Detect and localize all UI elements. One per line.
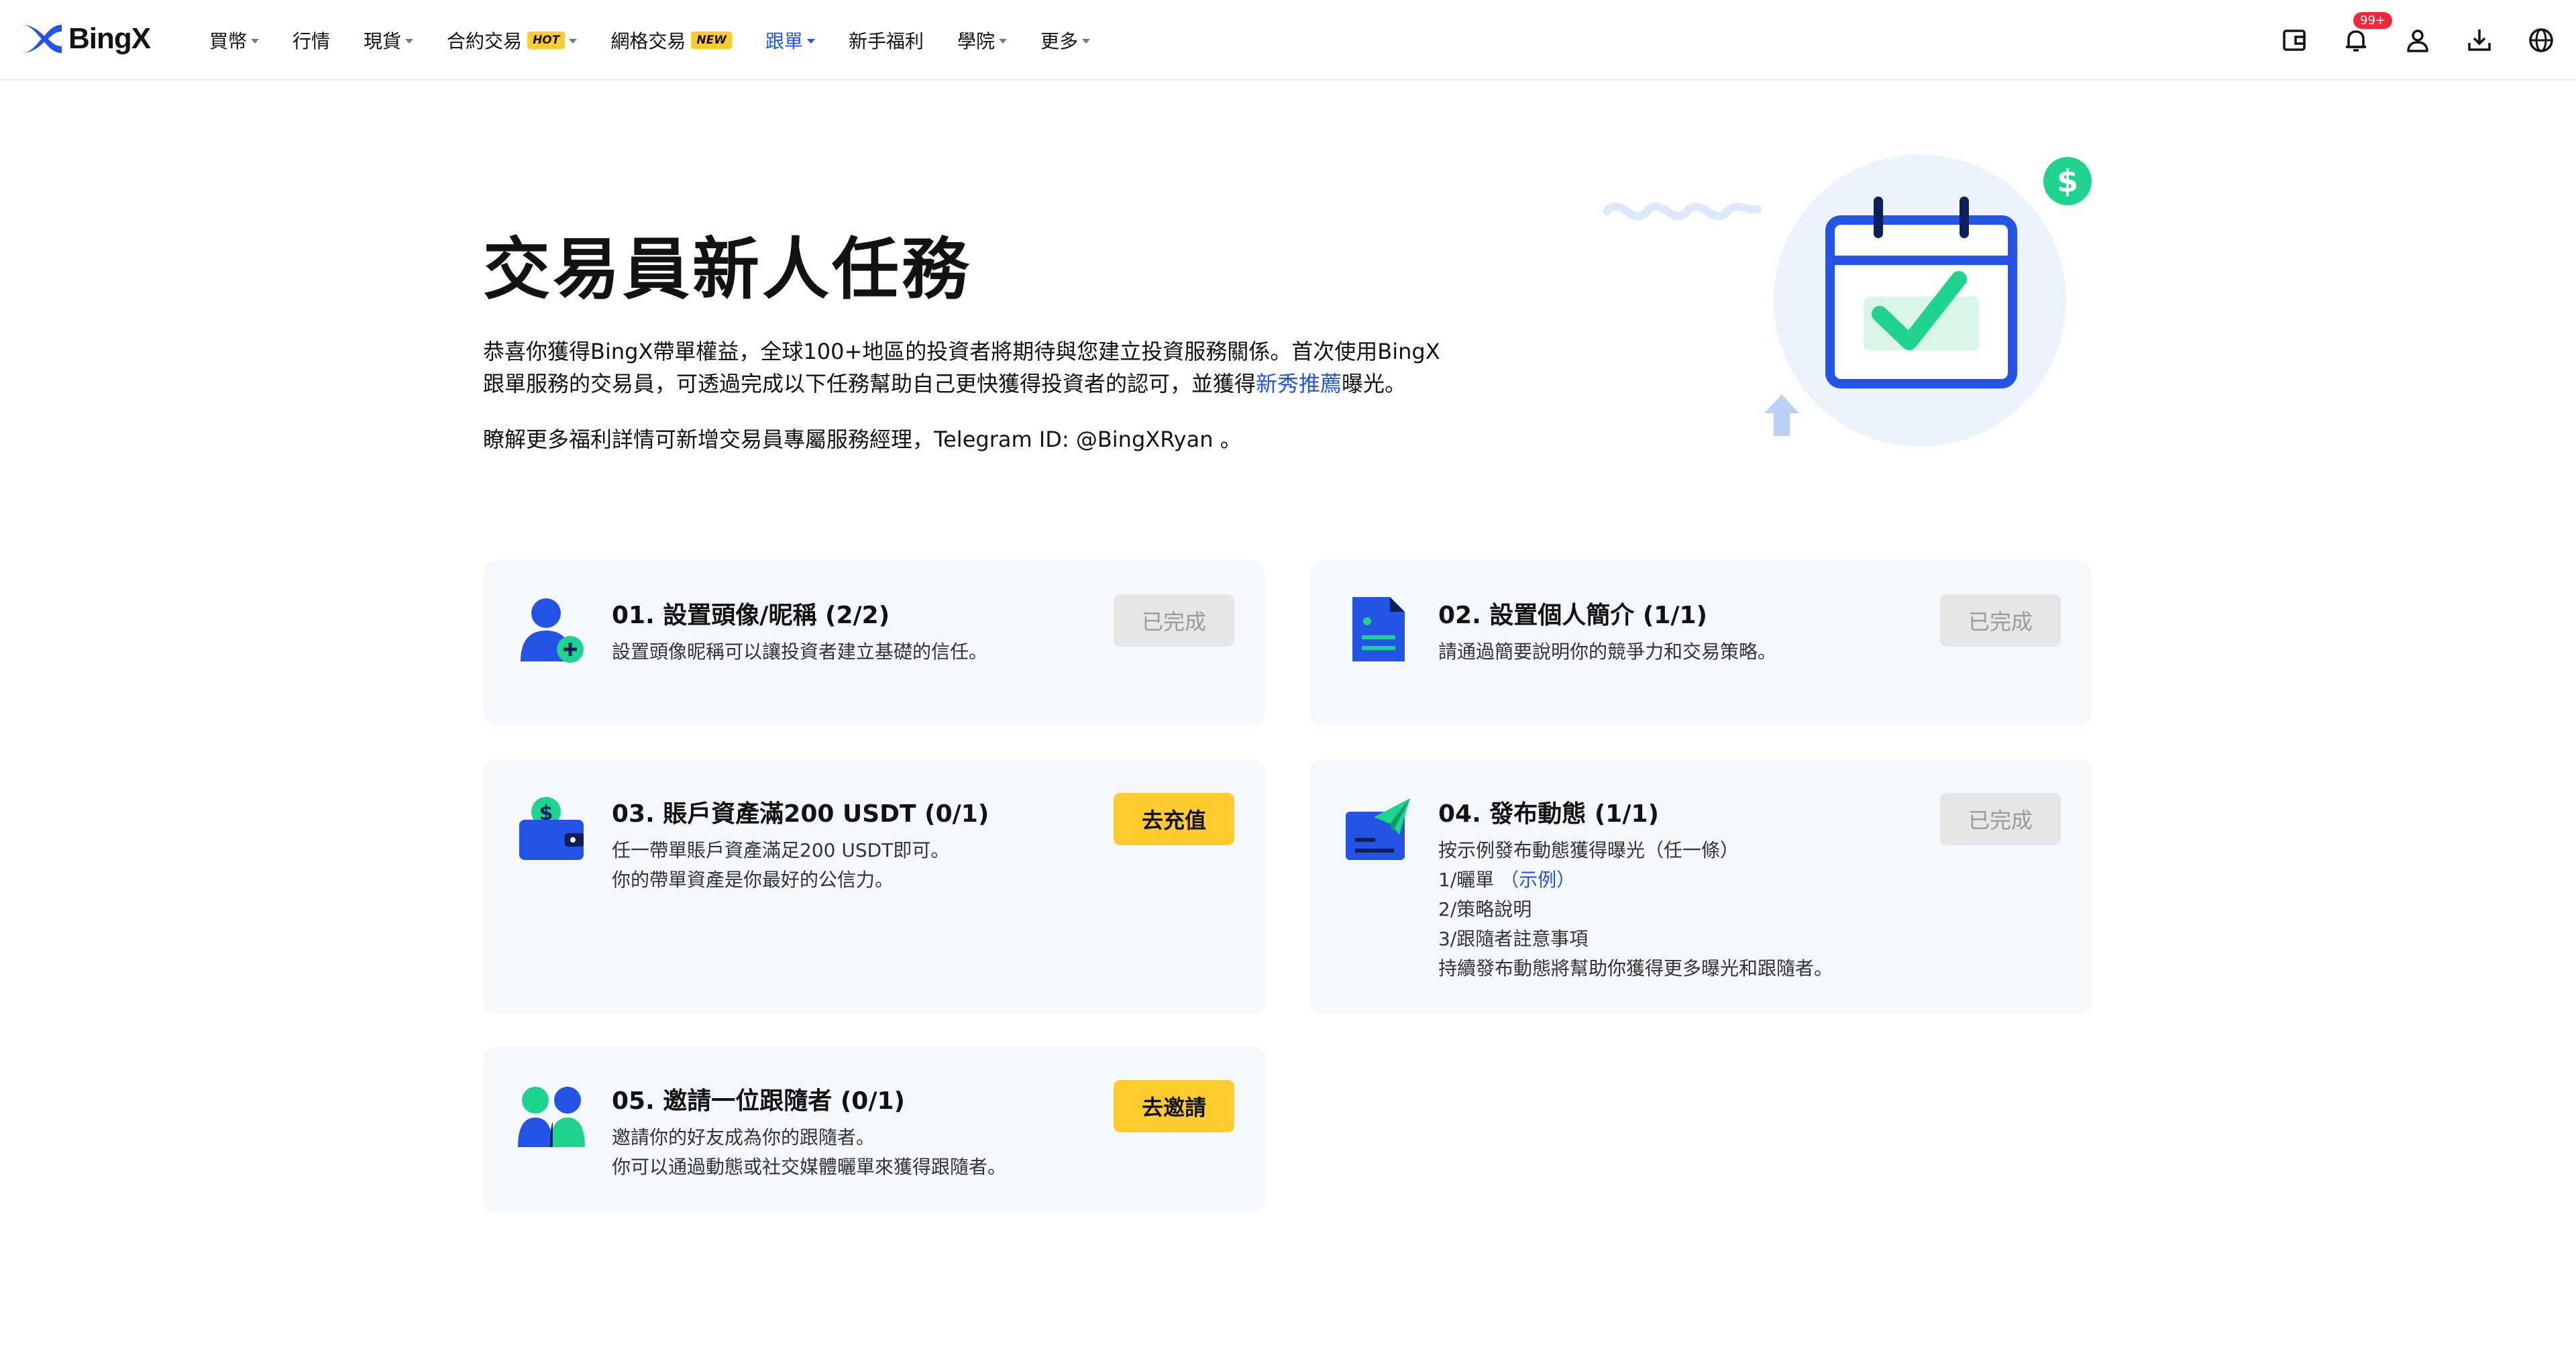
task-description: 請通過簡要說明你的競爭力和交易策略。: [1438, 637, 1776, 667]
chevron-down-icon: [806, 39, 815, 44]
task-description: 按示例發布動態獲得曝光（任一條） 1/曬單 （示例） 2/策略說明 3/跟隨者註…: [1438, 836, 1833, 983]
menu-item-copy-trading[interactable]: 跟單: [765, 27, 815, 54]
main-menu: 買幣 行情 現貨 合約交易 HOT 網格交易 NEW 跟單 新手福利 學院 更多: [209, 0, 1124, 80]
document-icon: [1352, 597, 1405, 661]
menu-item-grid-trading[interactable]: 網格交易 NEW: [610, 27, 732, 54]
task-card-invite: 05. 邀請一位跟隨者 (0/1) 邀請你的好友成為你的跟隨者。 你可以通過動態…: [483, 1046, 1265, 1211]
new-tag: NEW: [691, 32, 732, 49]
wallet-icon[interactable]: [2279, 25, 2309, 55]
task-title: 04. 發布動態 (1/1): [1438, 800, 1659, 828]
menu-item-label: 行情: [292, 30, 331, 52]
download-icon[interactable]: [2465, 25, 2494, 55]
task-title: 03. 賬戶資產滿200 USDT (0/1): [612, 800, 989, 828]
task-title: 01. 設置頭像/昵稱 (2/2): [612, 602, 890, 629]
bell-icon[interactable]: 99+: [2341, 12, 2392, 55]
task-card-post: 04. 發布動態 (1/1) 按示例發布動態獲得曝光（任一條） 1/曬單 （示例…: [1309, 759, 2092, 1014]
bingx-logo[interactable]: BingX: [20, 20, 151, 58]
task-line: 你的帶單資產是你最好的公信力。: [612, 869, 894, 891]
task-line: 請通過簡要說明你的競爭力和交易策略。: [1438, 641, 1777, 663]
wallet-dollar-icon: $: [519, 797, 584, 860]
task-line: 按示例發布動態獲得曝光（任一條）: [1438, 839, 1739, 861]
task-line-prefix: 1/曬單: [1438, 869, 1501, 891]
menu-item-label: 更多: [1040, 30, 1079, 52]
completed-button[interactable]: 已完成: [1940, 594, 2061, 647]
post-send-icon: [1346, 798, 1410, 860]
chevron-down-icon: [1082, 39, 1091, 44]
task-title: 02. 設置個人簡介 (1/1): [1438, 602, 1707, 629]
notification-badge: 99+: [2353, 12, 2392, 29]
completed-button[interactable]: 已完成: [1940, 793, 2061, 845]
logo-text: BingX: [68, 22, 151, 55]
task-line: 持續發布動態將幫助你獲得更多曝光和跟隨者。: [1438, 957, 1833, 979]
globe-icon[interactable]: [2526, 25, 2556, 55]
menu-item-markets[interactable]: 行情: [292, 27, 330, 54]
hero-desc-text-end: 曝光。: [1342, 371, 1407, 396]
page-title: 交易員新人任務: [483, 230, 971, 309]
task-description: 任一帶單賬戶資產滿足200 USDT即可。 你的帶單資產是你最好的公信力。: [612, 836, 949, 895]
menu-item-label: 現貨: [364, 30, 402, 52]
chevron-down-icon: [999, 39, 1007, 44]
completed-button[interactable]: 已完成: [1114, 594, 1234, 647]
telegram-note: 瞭解更多福利詳情可新增交易員專屬服務經理，Telegram ID: @BingX…: [483, 427, 1242, 452]
menu-item-academy[interactable]: 學院: [957, 27, 1007, 54]
menu-item-spot[interactable]: 現貨: [364, 27, 414, 54]
chevron-down-icon: [569, 39, 578, 44]
menu-item-label: 合約交易: [447, 30, 523, 52]
task-card-deposit: $ 03. 賬戶資產滿200 USDT (0/1) 任一帶單賬戶資產滿足200 …: [483, 759, 1265, 1014]
task-title: 05. 邀請一位跟隨者 (0/1): [612, 1087, 905, 1115]
hot-tag: HOT: [527, 32, 566, 49]
chevron-down-icon: [405, 39, 414, 44]
task-line: 你可以通過動態或社交媒體曬單來獲得跟隨者。: [612, 1156, 1007, 1178]
menu-item-futures[interactable]: 合約交易 HOT: [447, 27, 578, 54]
user-icon[interactable]: [2403, 25, 2432, 55]
calendar-check-illustration: $: [1603, 154, 2092, 447]
example-link[interactable]: （示例）: [1500, 869, 1575, 891]
invite-button[interactable]: 去邀請: [1114, 1080, 1234, 1132]
menu-item-label: 網格交易: [610, 30, 686, 52]
menu-item-label: 買幣: [209, 30, 248, 52]
user-add-icon: [521, 598, 584, 663]
task-card-avatar: 01. 設置頭像/昵稱 (2/2) 設置頭像昵稱可以讓投資者建立基礎的信任。 已…: [483, 561, 1265, 726]
menu-item-label: 新手福利: [848, 30, 924, 52]
deposit-button[interactable]: 去充值: [1114, 793, 1234, 845]
task-line: 2/策略說明: [1438, 898, 1532, 920]
task-description: 設置頭像昵稱可以讓投資者建立基礎的信任。: [612, 637, 987, 667]
rookie-recommend-link[interactable]: 新秀推薦: [1256, 371, 1342, 396]
task-line: 任一帶單賬戶資產滿足200 USDT即可。: [612, 839, 950, 861]
bingx-logo-icon: [21, 25, 62, 53]
hero-description: 恭喜你獲得BingX帶單權益，全球100+地區的投資者將期待與您建立投資服務關係…: [483, 335, 1449, 400]
menu-item-label: 跟單: [765, 30, 803, 52]
nav-actions: 99+: [2247, 0, 2556, 80]
menu-item-more[interactable]: 更多: [1040, 27, 1091, 54]
top-nav: BingX 買幣 行情 現貨 合約交易 HOT 網格交易 NEW 跟單 新手福利 學…: [0, 0, 2576, 80]
task-description: 邀請你的好友成為你的跟隨者。 你可以通過動態或社交媒體曬單來獲得跟隨者。: [612, 1123, 1006, 1182]
chevron-down-icon: [251, 39, 260, 44]
svg-text:$: $: [2057, 163, 2078, 199]
users-icon: [518, 1087, 585, 1147]
task-card-profile: 02. 設置個人簡介 (1/1) 請通過簡要說明你的競爭力和交易策略。 已完成: [1309, 561, 2092, 726]
task-line: 1/曬單 （示例）: [1438, 865, 1833, 895]
menu-item-newbie-rewards[interactable]: 新手福利: [849, 27, 924, 54]
menu-item-label: 學院: [957, 30, 995, 52]
menu-item-buy-crypto[interactable]: 買幣: [209, 27, 260, 54]
task-line: 3/跟隨者註意事項: [1438, 928, 1589, 950]
task-line: 邀請你的好友成為你的跟隨者。: [612, 1126, 875, 1148]
task-line: 設置頭像昵稱可以讓投資者建立基礎的信任。: [612, 641, 988, 663]
